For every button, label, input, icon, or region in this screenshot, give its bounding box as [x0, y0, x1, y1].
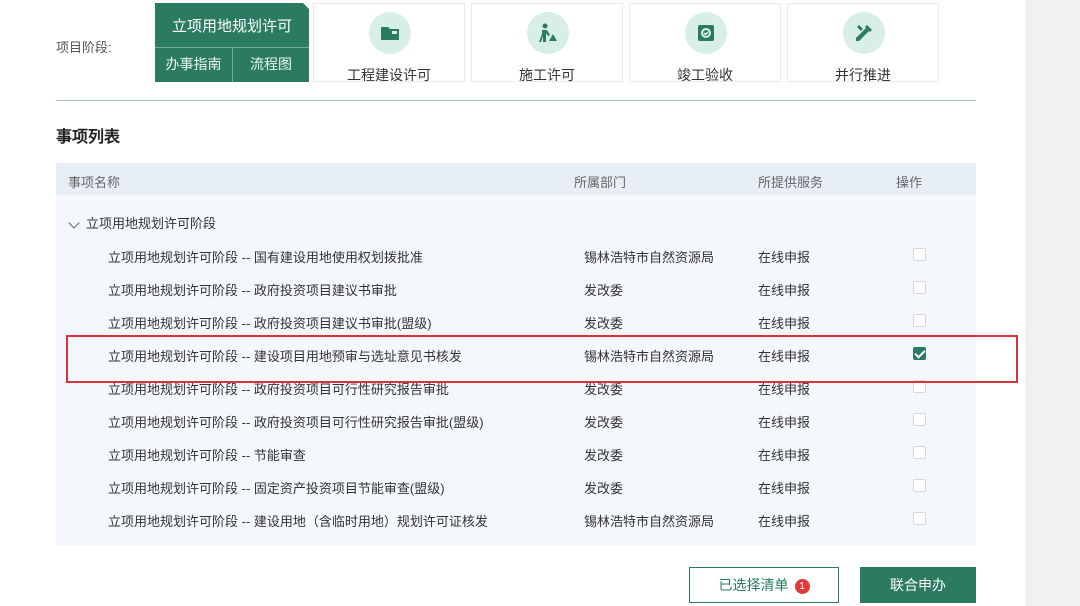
- inspection-box-icon: [685, 12, 727, 54]
- item-name: 立项用地规划许可阶段 -- 建设项目用地预审与选址意见书核发: [108, 349, 462, 364]
- flowchart-tab[interactable]: 流程图: [233, 48, 309, 82]
- table-row: 立项用地规划许可阶段 -- 建设项目用地预审与选址意见书核发 锡林浩特市自然资源…: [56, 338, 976, 371]
- stage-label: 项目阶段:: [56, 40, 112, 55]
- table-row: 立项用地规划许可阶段 -- 政府投资项目可行性研究报告审批(盟级) 发改委 在线…: [56, 404, 976, 437]
- row-checkbox[interactable]: [913, 380, 926, 393]
- item-department: 发改委: [584, 448, 624, 463]
- item-service: 在线申报: [758, 514, 811, 529]
- stage-tab-parallel-advance[interactable]: 并行推进: [787, 3, 939, 83]
- group-toggle[interactable]: 立项用地规划许可阶段: [68, 213, 216, 232]
- stage-tab-active[interactable]: 立项用地规划许可 办事指南 流程图: [155, 3, 309, 82]
- construction-worker-icon: [527, 12, 569, 54]
- item-department: 发改委: [584, 382, 624, 397]
- table-row: 立项用地规划许可阶段 -- 政府投资项目可行性研究报告审批 发改委 在线申报: [56, 371, 976, 404]
- row-checkbox-checked[interactable]: [913, 347, 926, 360]
- joint-apply-button[interactable]: 联合申办: [860, 567, 976, 603]
- row-checkbox[interactable]: [913, 512, 926, 525]
- item-service: 在线申报: [758, 316, 811, 331]
- stage-tab-engineering-permit[interactable]: 工程建设许可: [313, 3, 465, 83]
- active-stage-title[interactable]: 立项用地规划许可: [155, 3, 309, 45]
- stage-tab-completion-acceptance[interactable]: 竣工验收: [629, 3, 781, 83]
- chevron-down-icon: [68, 217, 80, 229]
- header-operation: 操作: [896, 175, 923, 190]
- row-checkbox[interactable]: [913, 446, 926, 459]
- item-service: 在线申报: [758, 415, 811, 430]
- item-service: 在线申报: [758, 382, 811, 397]
- selected-list-label: 已选择清单: [718, 577, 789, 593]
- ruler-pencil-icon: [843, 12, 885, 54]
- item-department: 锡林浩特市自然资源局: [584, 349, 715, 364]
- item-name: 立项用地规划许可阶段 -- 政府投资项目建议书审批(盟级): [108, 316, 432, 331]
- guide-tab[interactable]: 办事指南: [155, 48, 233, 82]
- selected-count-badge: 1: [794, 579, 810, 594]
- table-row: 立项用地规划许可阶段 -- 建设用地（含临时用地）规划许可证核发 锡林浩特市自然…: [56, 503, 976, 536]
- table-row: 立项用地规划许可阶段 -- 政府投资项目建议书审批(盟级) 发改委 在线申报: [56, 305, 976, 338]
- stage-tab-construction-permit[interactable]: 施工许可: [471, 3, 623, 83]
- items-table: 事项名称 所属部门 所提供服务 操作 立项用地规划许可阶段 立项用地规划许可阶段…: [56, 163, 976, 545]
- table-row: 立项用地规划许可阶段 -- 节能审查 发改委 在线申报: [56, 437, 976, 470]
- item-service: 在线申报: [758, 481, 811, 496]
- item-department: 发改委: [584, 415, 624, 430]
- row-checkbox[interactable]: [913, 479, 926, 492]
- header-department: 所属部门: [574, 175, 627, 190]
- header-item-name: 事项名称: [68, 175, 121, 190]
- section-divider: [56, 100, 976, 101]
- selected-list-button[interactable]: 已选择清单 1: [689, 567, 839, 603]
- page-side-band: [1025, 0, 1080, 606]
- item-name: 立项用地规划许可阶段 -- 固定资产投资项目节能审查(盟级): [108, 481, 445, 496]
- item-service: 在线申报: [758, 448, 811, 463]
- group-label: 立项用地规划许可阶段: [86, 216, 217, 231]
- item-department: 发改委: [584, 481, 624, 496]
- item-name: 立项用地规划许可阶段 -- 节能审查: [108, 448, 306, 463]
- stage-tab-label: 工程建设许可: [347, 67, 431, 83]
- item-name: 立项用地规划许可阶段 -- 建设用地（含临时用地）规划许可证核发: [108, 514, 488, 529]
- stage-tab-label: 并行推进: [835, 67, 891, 83]
- stage-tab-label: 竣工验收: [677, 67, 733, 83]
- row-checkbox[interactable]: [913, 413, 926, 426]
- table-row: 立项用地规划许可阶段 -- 固定资产投资项目节能审查(盟级) 发改委 在线申报: [56, 470, 976, 503]
- stage-tab-label: 施工许可: [519, 67, 575, 83]
- table-row: 立项用地规划许可阶段 -- 政府投资项目建议书审批 发改委 在线申报: [56, 272, 976, 305]
- header-service: 所提供服务: [758, 175, 824, 190]
- row-checkbox[interactable]: [913, 248, 926, 261]
- item-name: 立项用地规划许可阶段 -- 国有建设用地使用权划拨批准: [108, 250, 423, 265]
- item-department: 发改委: [584, 316, 624, 331]
- table-row: 立项用地规划许可阶段 -- 国有建设用地使用权划拨批准 锡林浩特市自然资源局 在…: [56, 239, 976, 272]
- folder-icon: [369, 12, 411, 54]
- item-department: 锡林浩特市自然资源局: [584, 250, 715, 265]
- section-title: 事项列表: [56, 129, 121, 146]
- row-checkbox[interactable]: [913, 314, 926, 327]
- item-name: 立项用地规划许可阶段 -- 政府投资项目建议书审批: [108, 283, 397, 298]
- item-service: 在线申报: [758, 283, 811, 298]
- item-department: 发改委: [584, 283, 624, 298]
- item-department: 锡林浩特市自然资源局: [584, 514, 715, 529]
- row-checkbox[interactable]: [913, 281, 926, 294]
- item-service: 在线申报: [758, 250, 811, 265]
- item-name: 立项用地规划许可阶段 -- 政府投资项目可行性研究报告审批(盟级): [108, 415, 484, 430]
- table-header: 事项名称 所属部门 所提供服务 操作: [56, 163, 976, 195]
- item-name: 立项用地规划许可阶段 -- 政府投资项目可行性研究报告审批: [108, 382, 449, 397]
- item-service: 在线申报: [758, 349, 811, 364]
